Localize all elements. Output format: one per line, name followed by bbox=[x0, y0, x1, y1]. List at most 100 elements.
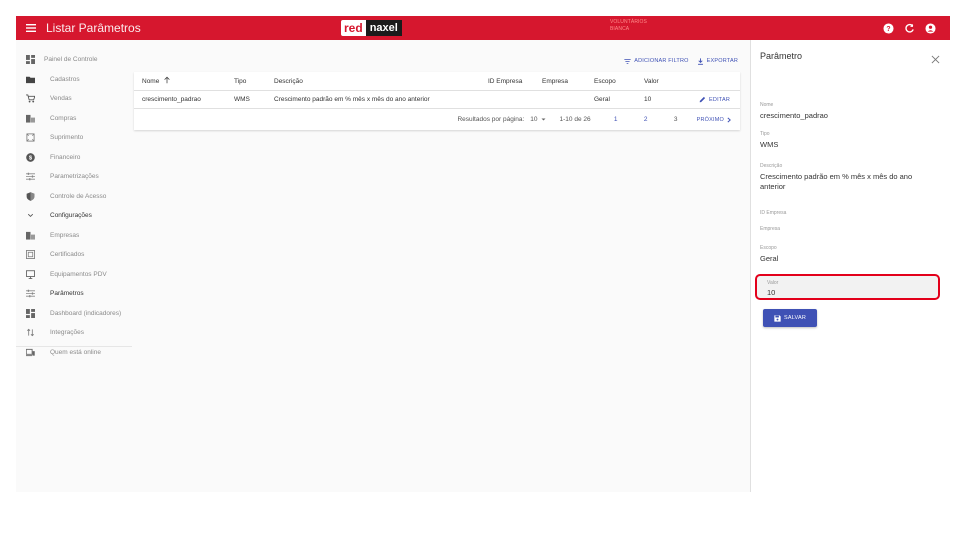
chevron-down-icon bbox=[27, 214, 33, 218]
field-value: WMS bbox=[760, 140, 779, 149]
column-header-escopo[interactable]: Escopo bbox=[586, 78, 636, 85]
column-header-descricao[interactable]: Descrição bbox=[266, 78, 480, 85]
shield-icon bbox=[26, 192, 34, 201]
table-header: Nome Tipo Descrição ID Empresa Empresa E… bbox=[134, 72, 740, 90]
column-header-nome[interactable]: Nome bbox=[134, 76, 226, 86]
account-button[interactable] bbox=[924, 22, 936, 34]
next-page-button[interactable]: PRÓXIMO bbox=[697, 117, 732, 123]
sidebar-item-label: Equipamentos PDV bbox=[50, 270, 107, 278]
brand-logo: red naxel bbox=[341, 20, 402, 36]
list-toolbar: ADICIONAR FILTRO EXPORTAR bbox=[134, 50, 740, 72]
sidebar-item-label: Certificados bbox=[50, 251, 85, 259]
page-button-3[interactable]: 3 bbox=[661, 116, 691, 123]
filter-icon bbox=[624, 58, 631, 64]
column-header-id-empresa[interactable]: ID Empresa bbox=[480, 78, 534, 85]
edit-button[interactable]: EDITAR bbox=[699, 96, 730, 103]
column-header-valor[interactable]: Valor bbox=[636, 78, 676, 85]
sidebar-item-label: Painel de Controle bbox=[44, 56, 98, 64]
per-page-select[interactable]: 10 bbox=[530, 116, 546, 123]
field-value: Crescimento padrão em % mês x mês do ano… bbox=[760, 172, 913, 191]
valor-label: Valor bbox=[767, 280, 779, 286]
field-label: Nome bbox=[760, 102, 774, 108]
close-panel-button[interactable] bbox=[931, 51, 941, 64]
per-page-value: 10 bbox=[530, 116, 538, 123]
dashboard-icon bbox=[25, 55, 35, 65]
valor-field[interactable]: Valor bbox=[755, 274, 940, 300]
field-label: Escopo bbox=[760, 245, 777, 251]
folder-icon bbox=[25, 76, 35, 83]
field-value: Geral bbox=[760, 254, 779, 263]
valor-input[interactable] bbox=[767, 288, 927, 297]
cell-actions: EDITAR bbox=[676, 96, 740, 103]
sidebar-item-painel[interactable]: Painel de Controle bbox=[16, 50, 132, 70]
field-label: Empresa bbox=[760, 226, 781, 232]
sidebar-item-integracoes[interactable]: Integrações bbox=[16, 323, 132, 343]
cell-valor: 10 bbox=[644, 96, 652, 103]
field-label: ID Empresa bbox=[760, 210, 787, 216]
app-window: Listar Parâmetros red naxel VOLUNTÁRIOS … bbox=[16, 16, 950, 492]
logo-part-naxel: naxel bbox=[365, 20, 402, 36]
tune-icon bbox=[25, 289, 35, 298]
sidebar-item-financeiro[interactable]: $ Financeiro bbox=[16, 148, 132, 168]
tune-icon bbox=[25, 172, 35, 181]
cell-escopo: Geral bbox=[594, 96, 610, 103]
user-company: VOLUNTÁRIOS bbox=[610, 19, 647, 25]
add-filter-button[interactable]: ADICIONAR FILTRO bbox=[624, 58, 688, 65]
user-info: VOLUNTÁRIOS BIANCA bbox=[610, 19, 647, 33]
sidebar-item-label: Empresas bbox=[50, 231, 80, 239]
refresh-button[interactable] bbox=[903, 22, 915, 34]
building-icon bbox=[25, 114, 35, 123]
add-filter-label: ADICIONAR FILTRO bbox=[634, 58, 689, 64]
user-name: BIANCA bbox=[610, 26, 630, 32]
sidebar-item-label: Parametrizações bbox=[50, 173, 99, 181]
top-app-bar: Listar Parâmetros red naxel VOLUNTÁRIOS … bbox=[16, 16, 950, 40]
close-icon bbox=[931, 55, 940, 64]
cell-tipo: WMS bbox=[234, 96, 250, 103]
help-icon: ? bbox=[882, 22, 894, 34]
main-content: ADICIONAR FILTRO EXPORTAR Nome Tipo Desc… bbox=[134, 50, 740, 130]
save-label: SALVAR bbox=[783, 315, 807, 321]
page-range: 1-10 de 26 bbox=[559, 116, 591, 123]
sidebar-item-parametros[interactable]: Parâmetros bbox=[16, 284, 132, 304]
sidebar-item-empresas[interactable]: Empresas bbox=[16, 226, 132, 246]
menu-button[interactable] bbox=[16, 16, 46, 40]
page-title: Listar Parâmetros bbox=[46, 21, 141, 35]
help-button[interactable]: ? bbox=[882, 22, 894, 34]
pencil-icon bbox=[699, 96, 706, 103]
parameters-table: Nome Tipo Descrição ID Empresa Empresa E… bbox=[134, 72, 740, 130]
box-icon bbox=[25, 133, 35, 142]
top-actions: ? bbox=[882, 16, 936, 40]
field-escopo: Escopo Geral bbox=[760, 245, 938, 264]
save-button[interactable]: SALVAR bbox=[763, 309, 817, 327]
column-header-empresa[interactable]: Empresa bbox=[534, 78, 586, 85]
sidebar-item-cadastros[interactable]: Cadastros bbox=[16, 70, 132, 90]
edit-panel: Parâmetro Nome crescimento_padrao Tipo W… bbox=[750, 40, 950, 492]
table-row[interactable]: crescimento_padrao WMS Crescimento padrã… bbox=[134, 90, 740, 108]
sidebar-item-label: Parâmetros bbox=[50, 290, 84, 298]
building-icon bbox=[25, 231, 35, 240]
sidebar-item-label: Cadastros bbox=[50, 75, 80, 83]
dashboard-icon bbox=[25, 308, 35, 318]
field-id-empresa: ID Empresa bbox=[760, 210, 938, 219]
sidebar-item-certificados[interactable]: Certificados bbox=[16, 245, 132, 265]
pagination: Resultados por página: 10 1-10 de 26 1 2… bbox=[134, 108, 740, 130]
menu-icon bbox=[26, 24, 36, 32]
cell-descricao: Crescimento padrão em % mês x mês do ano… bbox=[274, 96, 430, 103]
sidebar-item-vendas[interactable]: Vendas bbox=[16, 89, 132, 109]
sidebar-item-compras[interactable]: Compras bbox=[16, 109, 132, 129]
column-header-tipo[interactable]: Tipo bbox=[226, 78, 266, 85]
sidebar-item-parametrizacoes[interactable]: Parametrizações bbox=[16, 167, 132, 187]
sidebar-item-suprimento[interactable]: Suprimento bbox=[16, 128, 132, 148]
page-button-2[interactable]: 2 bbox=[631, 116, 661, 123]
dollar-icon: $ bbox=[25, 152, 35, 162]
page-button-1[interactable]: 1 bbox=[601, 116, 631, 123]
sidebar-section-configuracoes[interactable]: Configurações bbox=[16, 206, 132, 226]
sidebar: Painel de Controle Cadastros Vendas Comp… bbox=[16, 50, 132, 362]
sidebar-item-dashboard[interactable]: Dashboard (indicadores) bbox=[16, 304, 132, 324]
sidebar-item-controle-acesso[interactable]: Controle de Acesso bbox=[16, 187, 132, 207]
field-value: crescimento_padrao bbox=[760, 111, 828, 120]
sidebar-item-equipamentos[interactable]: Equipamentos PDV bbox=[16, 265, 132, 285]
export-button[interactable]: EXPORTAR bbox=[697, 57, 738, 65]
sidebar-item-label: Compras bbox=[50, 114, 77, 122]
field-nome: Nome crescimento_padrao bbox=[760, 102, 938, 121]
